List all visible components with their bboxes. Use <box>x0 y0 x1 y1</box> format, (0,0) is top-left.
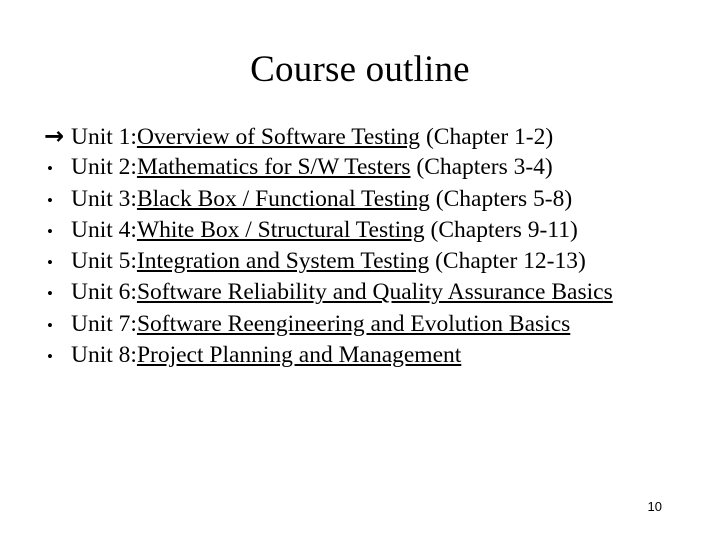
unit-chapter: (Chapters 3-4) <box>410 154 553 181</box>
unit-label: Unit 3: <box>71 185 137 212</box>
list-item: • Unit 2: Mathematics for S/W Testers (Ch… <box>40 152 704 183</box>
unit-chapter: (Chapters 5-8) <box>429 185 573 212</box>
list-item: • Unit 8: Project Planning and Management <box>40 340 704 371</box>
unit-title: Software Reliability and Quality Assuran… <box>136 279 613 306</box>
unit-label: Unit 1: <box>71 124 137 150</box>
list-item: • Unit 6: Software Reliability and Qualit… <box>40 277 704 308</box>
bullet-dot-icon: • <box>47 159 53 179</box>
slide: Course outline → Unit 1: Overview of Soft… <box>0 0 720 540</box>
unit-label: Unit 5: <box>71 248 137 275</box>
unit-title: Project Planning and Management <box>136 342 462 369</box>
unit-title: Integration and System Testing <box>136 248 430 275</box>
list-item: → Unit 1: Overview of Software Testing (C… <box>40 121 704 152</box>
course-outline-list: → Unit 1: Overview of Software Testing (C… <box>40 121 704 371</box>
bullet-dot-icon: • <box>47 190 53 210</box>
bullet-dot-icon: • <box>47 253 53 273</box>
bullet-dot-icon: • <box>47 284 53 304</box>
page-number: 10 <box>647 499 662 514</box>
unit-label: Unit 7: <box>71 310 137 337</box>
bullet-dot-icon: • <box>47 315 53 335</box>
page-title: Course outline <box>250 49 470 90</box>
list-item: • Unit 4: White Box / Structural Testing … <box>40 215 704 246</box>
unit-title: White Box / Structural Testing <box>136 216 425 243</box>
arrow-right-icon: → <box>44 122 64 150</box>
unit-title: Black Box / Functional Testing <box>136 185 430 212</box>
unit-title: Mathematics for S/W Testers <box>136 154 411 181</box>
bullet-dot-icon: • <box>47 221 53 241</box>
unit-label: Unit 8: <box>71 342 137 369</box>
bullet-dot-icon: • <box>47 347 53 367</box>
unit-label: Unit 4: <box>71 216 137 243</box>
unit-label: Unit 6: <box>71 279 137 306</box>
unit-chapter: (Chapter 12-13) <box>429 248 586 275</box>
unit-chapter: (Chapters 9-11) <box>424 216 578 243</box>
list-item: • Unit 5: Integration and System Testing … <box>40 246 704 277</box>
list-item: • Unit 7: Software Reengineering and Evol… <box>40 309 704 340</box>
unit-label: Unit 2: <box>71 154 137 181</box>
unit-title: Software Reengineering and Evolution Bas… <box>136 310 571 337</box>
unit-title: Overview of Software Testing <box>136 124 421 150</box>
unit-chapter: (Chapter 1-2) <box>420 124 554 150</box>
list-item: • Unit 3: Black Box / Functional Testing … <box>40 184 704 215</box>
